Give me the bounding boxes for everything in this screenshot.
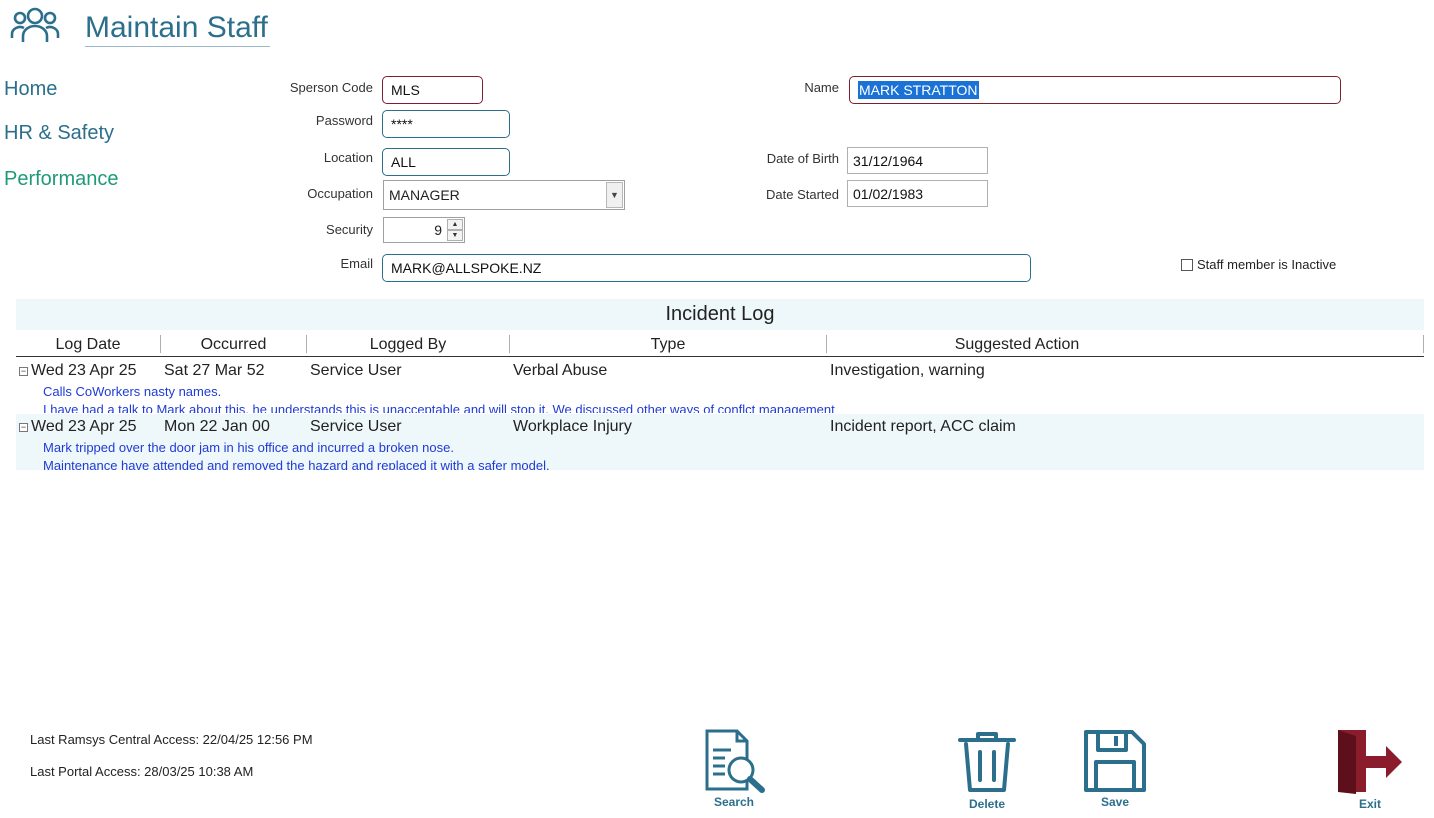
page-title: Maintain Staff [85,10,270,47]
search-icon [705,729,765,793]
col-type[interactable]: Type [510,335,826,357]
users-icon [10,4,60,46]
dob-value: 31/12/1964 [853,152,924,169]
row-note: Mark tripped over the door jam in his of… [43,440,454,455]
exit-label: Exit [1358,797,1381,811]
row-note: Maintenance have attended and removed th… [43,458,550,470]
collapse-icon[interactable]: − [19,367,28,376]
row-log-date: Wed 23 Apr 25 [31,362,137,379]
inactive-checkbox[interactable] [1181,259,1193,271]
occupation-select[interactable]: MANAGER ▼ [383,180,625,210]
nav-home[interactable]: Home [4,78,57,101]
sperson-code-input[interactable]: MLS [382,76,483,104]
exit-door-icon [1338,730,1402,794]
nav-hr-safety[interactable]: HR & Safety [4,122,114,145]
chevron-down-icon[interactable]: ▼ [606,182,623,208]
col-occurred[interactable]: Occurred [161,335,306,357]
password-value: **** [391,116,413,132]
started-value: 01/02/1983 [853,185,924,202]
password-label: Password [315,113,373,128]
row-note: Calls CoWorkers nasty names. [43,384,222,399]
name-label: Name [804,80,839,95]
row-note: I have had a talk to Mark about this, he… [43,402,835,413]
row-logged-by: Service User [310,362,402,379]
central-access-text: Last Ramsys Central Access: 22/04/25 12:… [30,732,313,747]
header-divider [16,356,1424,357]
dob-label: Date of Birth [766,151,839,166]
save-button[interactable]: Save [1080,728,1150,809]
security-value: 9 [434,222,442,238]
location-label: Location [323,150,373,165]
stepper-down-icon[interactable]: ▼ [447,230,463,241]
nav-performance[interactable]: Performance [4,168,119,191]
location-input[interactable]: ALL [382,148,510,176]
started-label: Date Started [766,187,839,202]
collapse-icon[interactable]: − [19,423,28,432]
row-type: Verbal Abuse [513,362,608,379]
row-log-date: Wed 23 Apr 25 [31,418,137,435]
email-input[interactable]: MARK@ALLSPOKE.NZ [382,254,1031,282]
occupation-label: Occupation [307,186,373,201]
delete-label: Delete [968,797,1006,811]
dob-input[interactable]: 31/12/1964 [847,147,988,174]
row-occurred: Mon 22 Jan 00 [164,418,270,435]
started-input[interactable]: 01/02/1983 [847,180,988,207]
sperson-code-label: Sperson Code [289,80,373,95]
exit-button[interactable]: Exit [1332,728,1408,811]
email-value: MARK@ALLSPOKE.NZ [391,260,542,276]
row-action: Investigation, warning [830,362,985,379]
inactive-label: Staff member is Inactive [1197,257,1337,272]
security-stepper[interactable]: 9 ▲ ▼ [383,217,465,243]
row-action: Incident report, ACC claim [830,418,1016,435]
name-value: MARK STRATTON [858,81,979,99]
row-logged-by: Service User [310,418,402,435]
search-button[interactable]: Search [696,728,772,809]
delete-button[interactable]: Delete [950,728,1024,811]
email-label: Email [340,256,373,271]
stepper-up-icon[interactable]: ▲ [447,219,463,230]
location-value: ALL [391,154,416,170]
col-suggested-action[interactable]: Suggested Action [827,335,1207,357]
save-label: Save [1100,795,1130,809]
password-input[interactable]: **** [382,110,510,138]
col-log-date[interactable]: Log Date [16,335,160,357]
security-label: Security [326,222,373,237]
col-separator [1423,335,1424,353]
row-type: Workplace Injury [513,418,632,435]
trash-icon [958,732,1016,792]
row-occurred: Sat 27 Mar 52 [164,362,265,379]
name-input[interactable]: MARK STRATTON [849,76,1341,104]
occupation-value: MANAGER [389,187,460,203]
search-label: Search [713,795,755,809]
sperson-code-value: MLS [391,82,420,98]
portal-access-text: Last Portal Access: 28/03/25 10:38 AM [30,764,254,779]
col-logged-by[interactable]: Logged By [307,335,509,357]
incident-log-title: Incident Log [665,303,775,325]
save-icon [1084,730,1146,792]
